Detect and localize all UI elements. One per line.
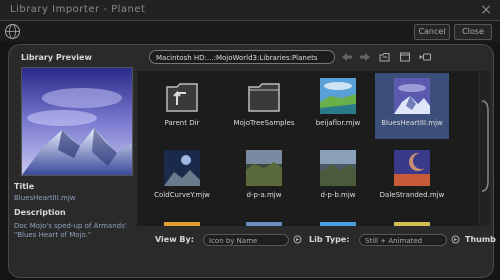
view-by-label: View By: xyxy=(155,235,194,244)
grid-item-beijaflor[interactable]: beijaflor.mjw xyxy=(301,73,375,139)
lib-type-dropdown-icon[interactable] xyxy=(451,235,460,244)
close-button[interactable]: Close xyxy=(454,24,492,40)
planet-thumbnail xyxy=(164,222,200,226)
grid-item-label: d-p-b.mjw xyxy=(320,191,356,199)
title-value: BluesHeartIII.mjw xyxy=(14,194,76,202)
planet-thumbnail xyxy=(320,78,356,114)
view-by-select[interactable]: Icon by Name xyxy=(203,234,289,246)
lib-type-label: Lib Type: xyxy=(309,235,350,244)
window-title: Library Importer - Planet xyxy=(10,4,146,15)
lib-type-select[interactable]: Still + Animated xyxy=(359,234,447,246)
view-by-dropdown-icon[interactable] xyxy=(293,235,302,244)
file-browser-grid: Parent Dir MojoTreeSamples beijaflor.mjw xyxy=(137,71,479,226)
title-label: Title xyxy=(14,182,35,191)
grid-item-label: MojoTreeSamples xyxy=(233,119,295,127)
planet-thumbnail xyxy=(246,222,282,226)
planet-thumbnail xyxy=(394,150,430,186)
globe-icon[interactable] xyxy=(4,23,21,40)
grid-item-mojotreesamples[interactable]: MojoTreeSamples xyxy=(227,73,301,139)
library-importer-window: Library Importer - Planet × Cancel Close… xyxy=(0,0,500,280)
preview-image xyxy=(21,67,133,176)
grid-scrollbar[interactable] xyxy=(480,71,490,226)
folder-icon xyxy=(248,83,280,112)
description-value: Doc Mojo's sped-up of Armands' "Blues He… xyxy=(14,222,127,239)
cancel-button[interactable]: Cancel xyxy=(414,24,450,40)
grid-item-label: d-p-a.mjw xyxy=(246,191,282,199)
grid-item-label: beijaflor.mjw xyxy=(315,119,361,127)
grid-item-label: Parent Dir xyxy=(164,119,200,127)
thumb-label[interactable]: Thumb xyxy=(465,235,496,244)
planet-thumbnail xyxy=(320,150,356,186)
description-label: Description xyxy=(14,208,66,217)
grid-item-dalestranded[interactable]: DaleStranded.mjw xyxy=(375,145,449,211)
forward-arrow-icon[interactable] xyxy=(359,51,371,63)
new-window-icon[interactable] xyxy=(399,51,411,63)
planet-thumbnail xyxy=(164,150,200,186)
view-options-bar: View By: Icon by Name Lib Type: Still + … xyxy=(137,232,496,252)
planet-preview-graphic xyxy=(22,68,132,175)
grid-item-partial[interactable] xyxy=(301,217,375,226)
grid-item-d-p-b[interactable]: d-p-b.mjw xyxy=(301,145,375,211)
toolbar: Cancel Close xyxy=(0,21,500,42)
grid-item-label: ColdCurveY.mjw xyxy=(154,191,210,199)
back-arrow-icon[interactable] xyxy=(341,51,353,63)
close-window-icon[interactable]: × xyxy=(480,2,492,18)
planet-thumbnail xyxy=(394,222,430,226)
planet-thumbnail xyxy=(320,222,356,226)
grid-item-label: DaleStranded.mjw xyxy=(379,191,445,199)
grid-item-coldcurvey[interactable]: ColdCurveY.mjw xyxy=(145,145,219,211)
scrollbar-track-graphic xyxy=(481,100,489,192)
library-preview-heading: Library Preview xyxy=(21,53,92,62)
grid-item-partial[interactable] xyxy=(227,217,301,226)
grid-item-bluesheartiii[interactable]: BluesHeartIII.mjw xyxy=(375,73,449,139)
planet-thumbnail xyxy=(394,78,430,114)
grid-item-parent-dir[interactable]: Parent Dir xyxy=(145,73,219,139)
grid-item-partial[interactable] xyxy=(375,217,449,226)
planet-thumbnail xyxy=(246,150,282,186)
importer-panel: Library Preview Title BluesHeartIII.mjw … xyxy=(8,44,496,278)
path-selector[interactable]: Macintosh HD:...:MojoWorld3:Libraries:Pl… xyxy=(149,50,335,64)
grid-item-label: BluesHeartIII.mjw xyxy=(381,119,443,127)
grid-item-d-p-a[interactable]: d-p-a.mjw xyxy=(227,145,301,211)
import-drive-icon[interactable] xyxy=(419,51,431,63)
folder-up-icon xyxy=(166,83,198,112)
folder-open-icon[interactable] xyxy=(379,51,391,63)
title-bar[interactable]: Library Importer - Planet × xyxy=(0,0,500,21)
grid-item-partial[interactable] xyxy=(145,217,219,226)
